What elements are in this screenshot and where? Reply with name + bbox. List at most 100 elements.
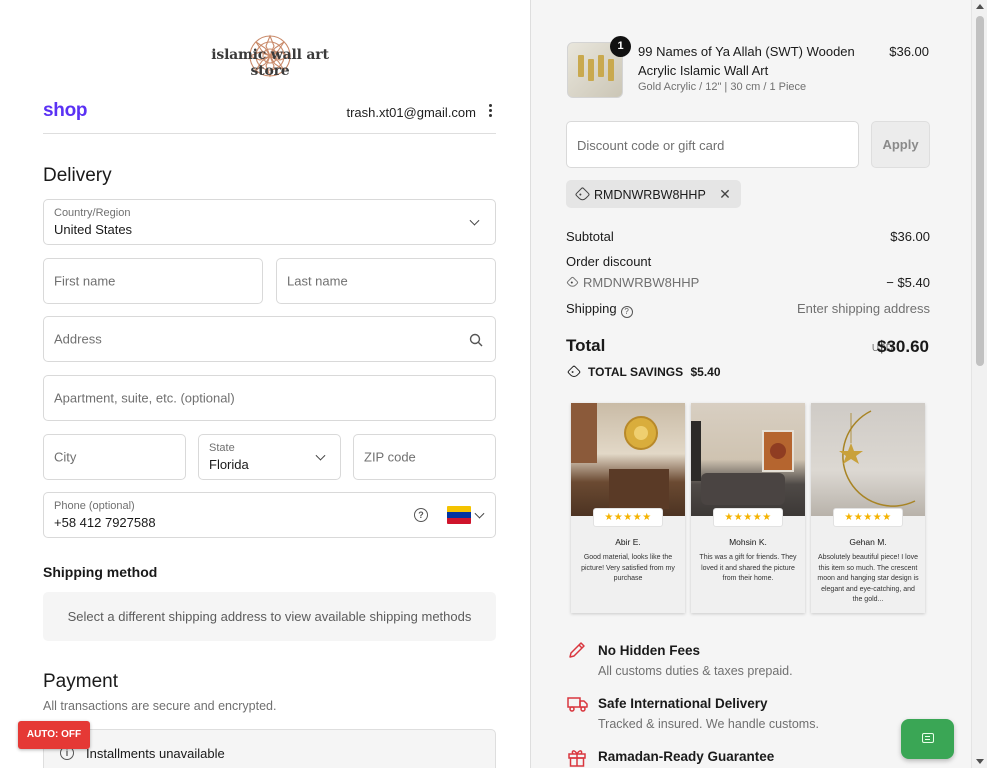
- country-select[interactable]: Country/Region United States: [43, 199, 496, 245]
- review-card: ★★★★★ Gehan M. Absolutely beautiful piec…: [811, 403, 925, 613]
- scroll-down-icon[interactable]: [976, 759, 984, 764]
- first-name-input[interactable]: First name: [43, 258, 263, 304]
- reviewer-name: Gehan M.: [849, 537, 887, 547]
- help-icon[interactable]: ?: [414, 508, 428, 522]
- applied-discount-chip: RMDNWRBW8HHP ✕: [566, 180, 741, 208]
- product-price: $36.00: [889, 44, 929, 59]
- discount-code-input[interactable]: Discount code or gift card: [566, 121, 859, 168]
- last-name-placeholder: Last name: [287, 273, 348, 289]
- payment-heading: Payment: [43, 671, 118, 692]
- discount-placeholder: Discount code or gift card: [577, 138, 725, 153]
- gift-icon: [568, 750, 586, 767]
- installments-label: Installments unavailable: [86, 746, 225, 761]
- shipping-row: Shipping? Enter shipping address: [566, 301, 930, 318]
- order-discount-label: Order discount: [566, 254, 652, 269]
- remove-discount-icon[interactable]: ✕: [719, 186, 731, 202]
- total-label: Total: [566, 336, 606, 355]
- truck-icon: [567, 697, 588, 712]
- apply-discount-button[interactable]: Apply: [871, 121, 930, 168]
- store-logo-text: islamic wall art store: [211, 47, 329, 79]
- chevron-down-icon: [469, 215, 480, 226]
- shipping-method-heading: Shipping method: [43, 564, 158, 580]
- subtotal-label: Subtotal: [566, 229, 614, 244]
- discount-value: − $5.40: [886, 275, 930, 290]
- account-email: trash.xt01@gmail.com: [346, 105, 476, 120]
- country-label: Country/Region: [54, 207, 131, 219]
- review-text: Good material, looks like the picture! V…: [581, 554, 675, 582]
- review-photo: [571, 403, 685, 516]
- feature-title: Safe International Delivery: [598, 696, 768, 711]
- rating-stars: ★★★★★: [713, 508, 783, 527]
- auto-toggle-badge[interactable]: AUTO: OFF: [18, 721, 90, 749]
- chat-icon: [922, 733, 934, 743]
- delivery-heading: Delivery: [43, 165, 112, 186]
- chat-button[interactable]: [901, 719, 954, 759]
- tag-icon: [566, 276, 579, 289]
- apartment-placeholder: Apartment, suite, etc. (optional): [54, 390, 235, 406]
- pencil-icon: [569, 642, 585, 658]
- feature-subtitle: Tracked & insured. We handle customs.: [598, 717, 819, 731]
- discount-code-row: RMDNWRBW8HHP − $5.40: [566, 275, 930, 290]
- shipping-method-note: Select a different shipping address to v…: [43, 592, 496, 641]
- address-input[interactable]: Address: [43, 316, 496, 362]
- city-input[interactable]: City: [43, 434, 186, 480]
- review-card: ★★★★★ Abir E. Good material, looks like …: [571, 403, 685, 613]
- scrollbar-thumb[interactable]: [976, 16, 984, 366]
- state-label: State: [209, 442, 235, 454]
- feature-title: Ramadan-Ready Guarantee: [598, 749, 775, 764]
- installments-panel: i Installments unavailable: [43, 729, 496, 768]
- product-title: 99 Names of Ya Allah (SWT) Wooden Acryli…: [638, 44, 855, 78]
- discount-code-text: RMDNWRBW8HHP: [583, 275, 700, 290]
- search-icon: [469, 333, 483, 347]
- review-card: ★★★★★ Mohsin K. This was a gift for frie…: [691, 403, 805, 613]
- kebab-menu-icon[interactable]: [487, 104, 493, 120]
- phone-label: Phone (optional): [54, 500, 135, 512]
- country-value: United States: [54, 222, 133, 237]
- order-summary-column: 1 99 Names of Ya Allah (SWT) Wooden Acry…: [530, 0, 971, 768]
- savings-tag-icon: [566, 364, 582, 380]
- zip-input[interactable]: ZIP code: [353, 434, 496, 480]
- scroll-up-icon[interactable]: [976, 4, 984, 9]
- review-photo: [691, 403, 805, 516]
- shop-logo[interactable]: shop: [43, 100, 87, 122]
- state-select[interactable]: State Florida: [198, 434, 341, 480]
- quantity-badge: 1: [610, 36, 631, 57]
- review-text: This was a gift for friends. They loved …: [699, 554, 797, 582]
- product-variant: Gold Acrylic / 12" | 30 cm / 1 Piece: [638, 81, 807, 93]
- payment-subtitle: All transactions are secure and encrypte…: [43, 699, 277, 713]
- rating-stars: ★★★★★: [593, 508, 663, 527]
- feature-subtitle: All customs duties & taxes prepaid.: [598, 664, 793, 678]
- state-value: Florida: [209, 457, 249, 472]
- apartment-input[interactable]: Apartment, suite, etc. (optional): [43, 375, 496, 421]
- tag-icon: [574, 186, 591, 203]
- reviewer-name: Abir E.: [615, 537, 641, 547]
- shipping-value: Enter shipping address: [797, 301, 930, 316]
- shop-account-bar: shop trash.xt01@gmail.com: [43, 98, 496, 134]
- zip-placeholder: ZIP code: [364, 449, 416, 465]
- checkout-form-column: islamic wall art store shop trash.xt01@g…: [0, 0, 530, 768]
- phone-input[interactable]: Phone (optional) +58 412 7927588 ?: [43, 492, 496, 538]
- page-scrollbar[interactable]: [971, 0, 987, 768]
- total-value: $30.60: [877, 337, 929, 356]
- phone-value: +58 412 7927588: [54, 515, 156, 530]
- reviewer-name: Mohsin K.: [729, 537, 767, 547]
- help-icon[interactable]: ?: [620, 306, 633, 318]
- savings-label: TOTAL SAVINGS: [588, 365, 684, 379]
- savings-value: $5.40: [690, 365, 721, 379]
- store-logo[interactable]: islamic wall art store: [200, 33, 340, 81]
- total-savings: TOTAL SAVINGS $5.40: [566, 364, 721, 380]
- chevron-down-icon[interactable]: [474, 508, 485, 519]
- feature-title: No Hidden Fees: [598, 643, 701, 658]
- review-photo: [811, 403, 925, 516]
- city-placeholder: City: [54, 449, 77, 465]
- address-placeholder: Address: [54, 331, 102, 347]
- customer-reviews: ★★★★★ Abir E. Good material, looks like …: [569, 403, 927, 615]
- subtotal-row: Subtotal $36.00: [566, 229, 930, 244]
- chevron-down-icon: [315, 450, 326, 461]
- applied-code-text: RMDNWRBW8HHP: [594, 188, 706, 202]
- rating-stars: ★★★★★: [833, 508, 903, 527]
- first-name-placeholder: First name: [54, 273, 116, 289]
- last-name-input[interactable]: Last name: [276, 258, 496, 304]
- shipping-label: Shipping: [566, 301, 617, 316]
- venezuela-flag-icon[interactable]: [447, 506, 471, 524]
